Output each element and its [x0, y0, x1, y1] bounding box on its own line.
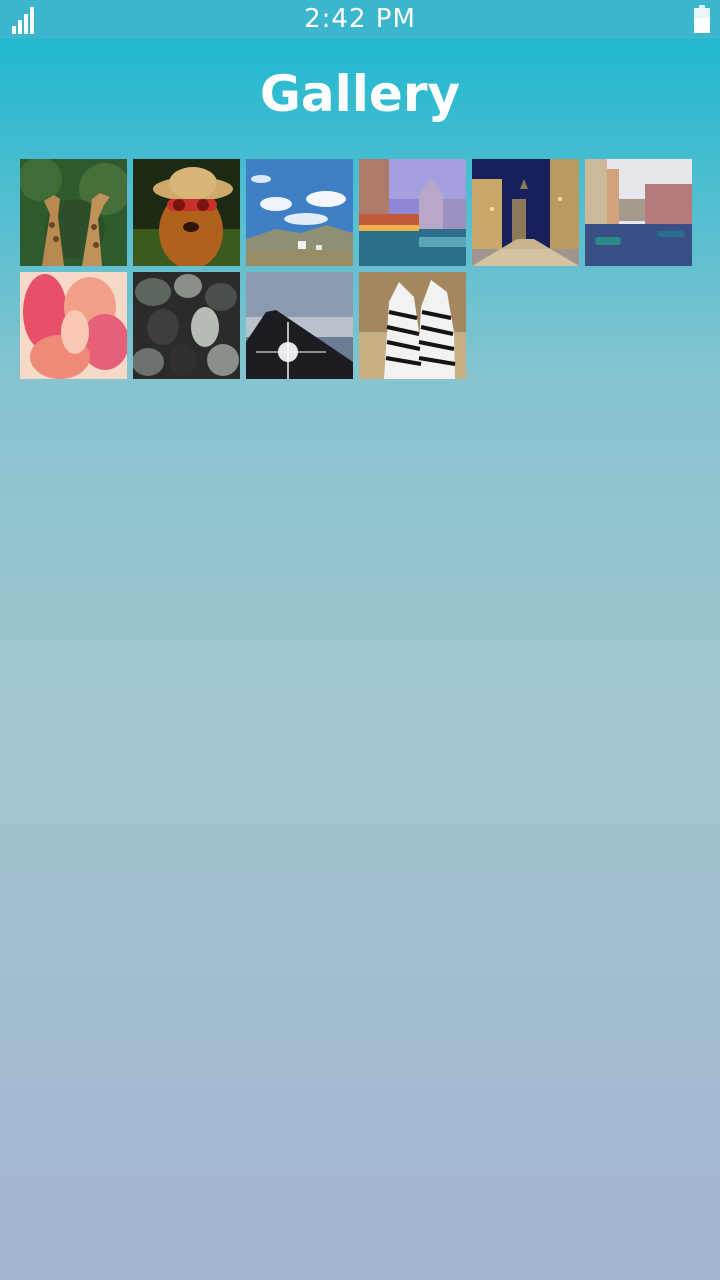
- page-title: Gallery: [259, 65, 461, 123]
- photo-thumbnail-sky-landscape[interactable]: [246, 159, 353, 266]
- battery-icon: [694, 5, 710, 33]
- photo-thumbnail-venice-canal[interactable]: [585, 159, 692, 266]
- status-clock: 2:42 PM: [304, 4, 416, 34]
- photo-thumbnail-giraffes[interactable]: [20, 159, 127, 266]
- photo-thumbnail-city-street-night[interactable]: [472, 159, 579, 266]
- photo-thumbnail-pink-tulip[interactable]: [20, 272, 127, 379]
- photo-thumbnail-dog-with-hat[interactable]: [133, 159, 240, 266]
- status-bar: 2:42 PM: [0, 0, 720, 39]
- photo-thumbnail-zebras[interactable]: [359, 272, 466, 379]
- photo-thumbnail-airplane-wing[interactable]: [246, 272, 353, 379]
- photo-thumbnail-canal-town-dusk[interactable]: [359, 159, 466, 266]
- photo-thumbnail-pebbles[interactable]: [133, 272, 240, 379]
